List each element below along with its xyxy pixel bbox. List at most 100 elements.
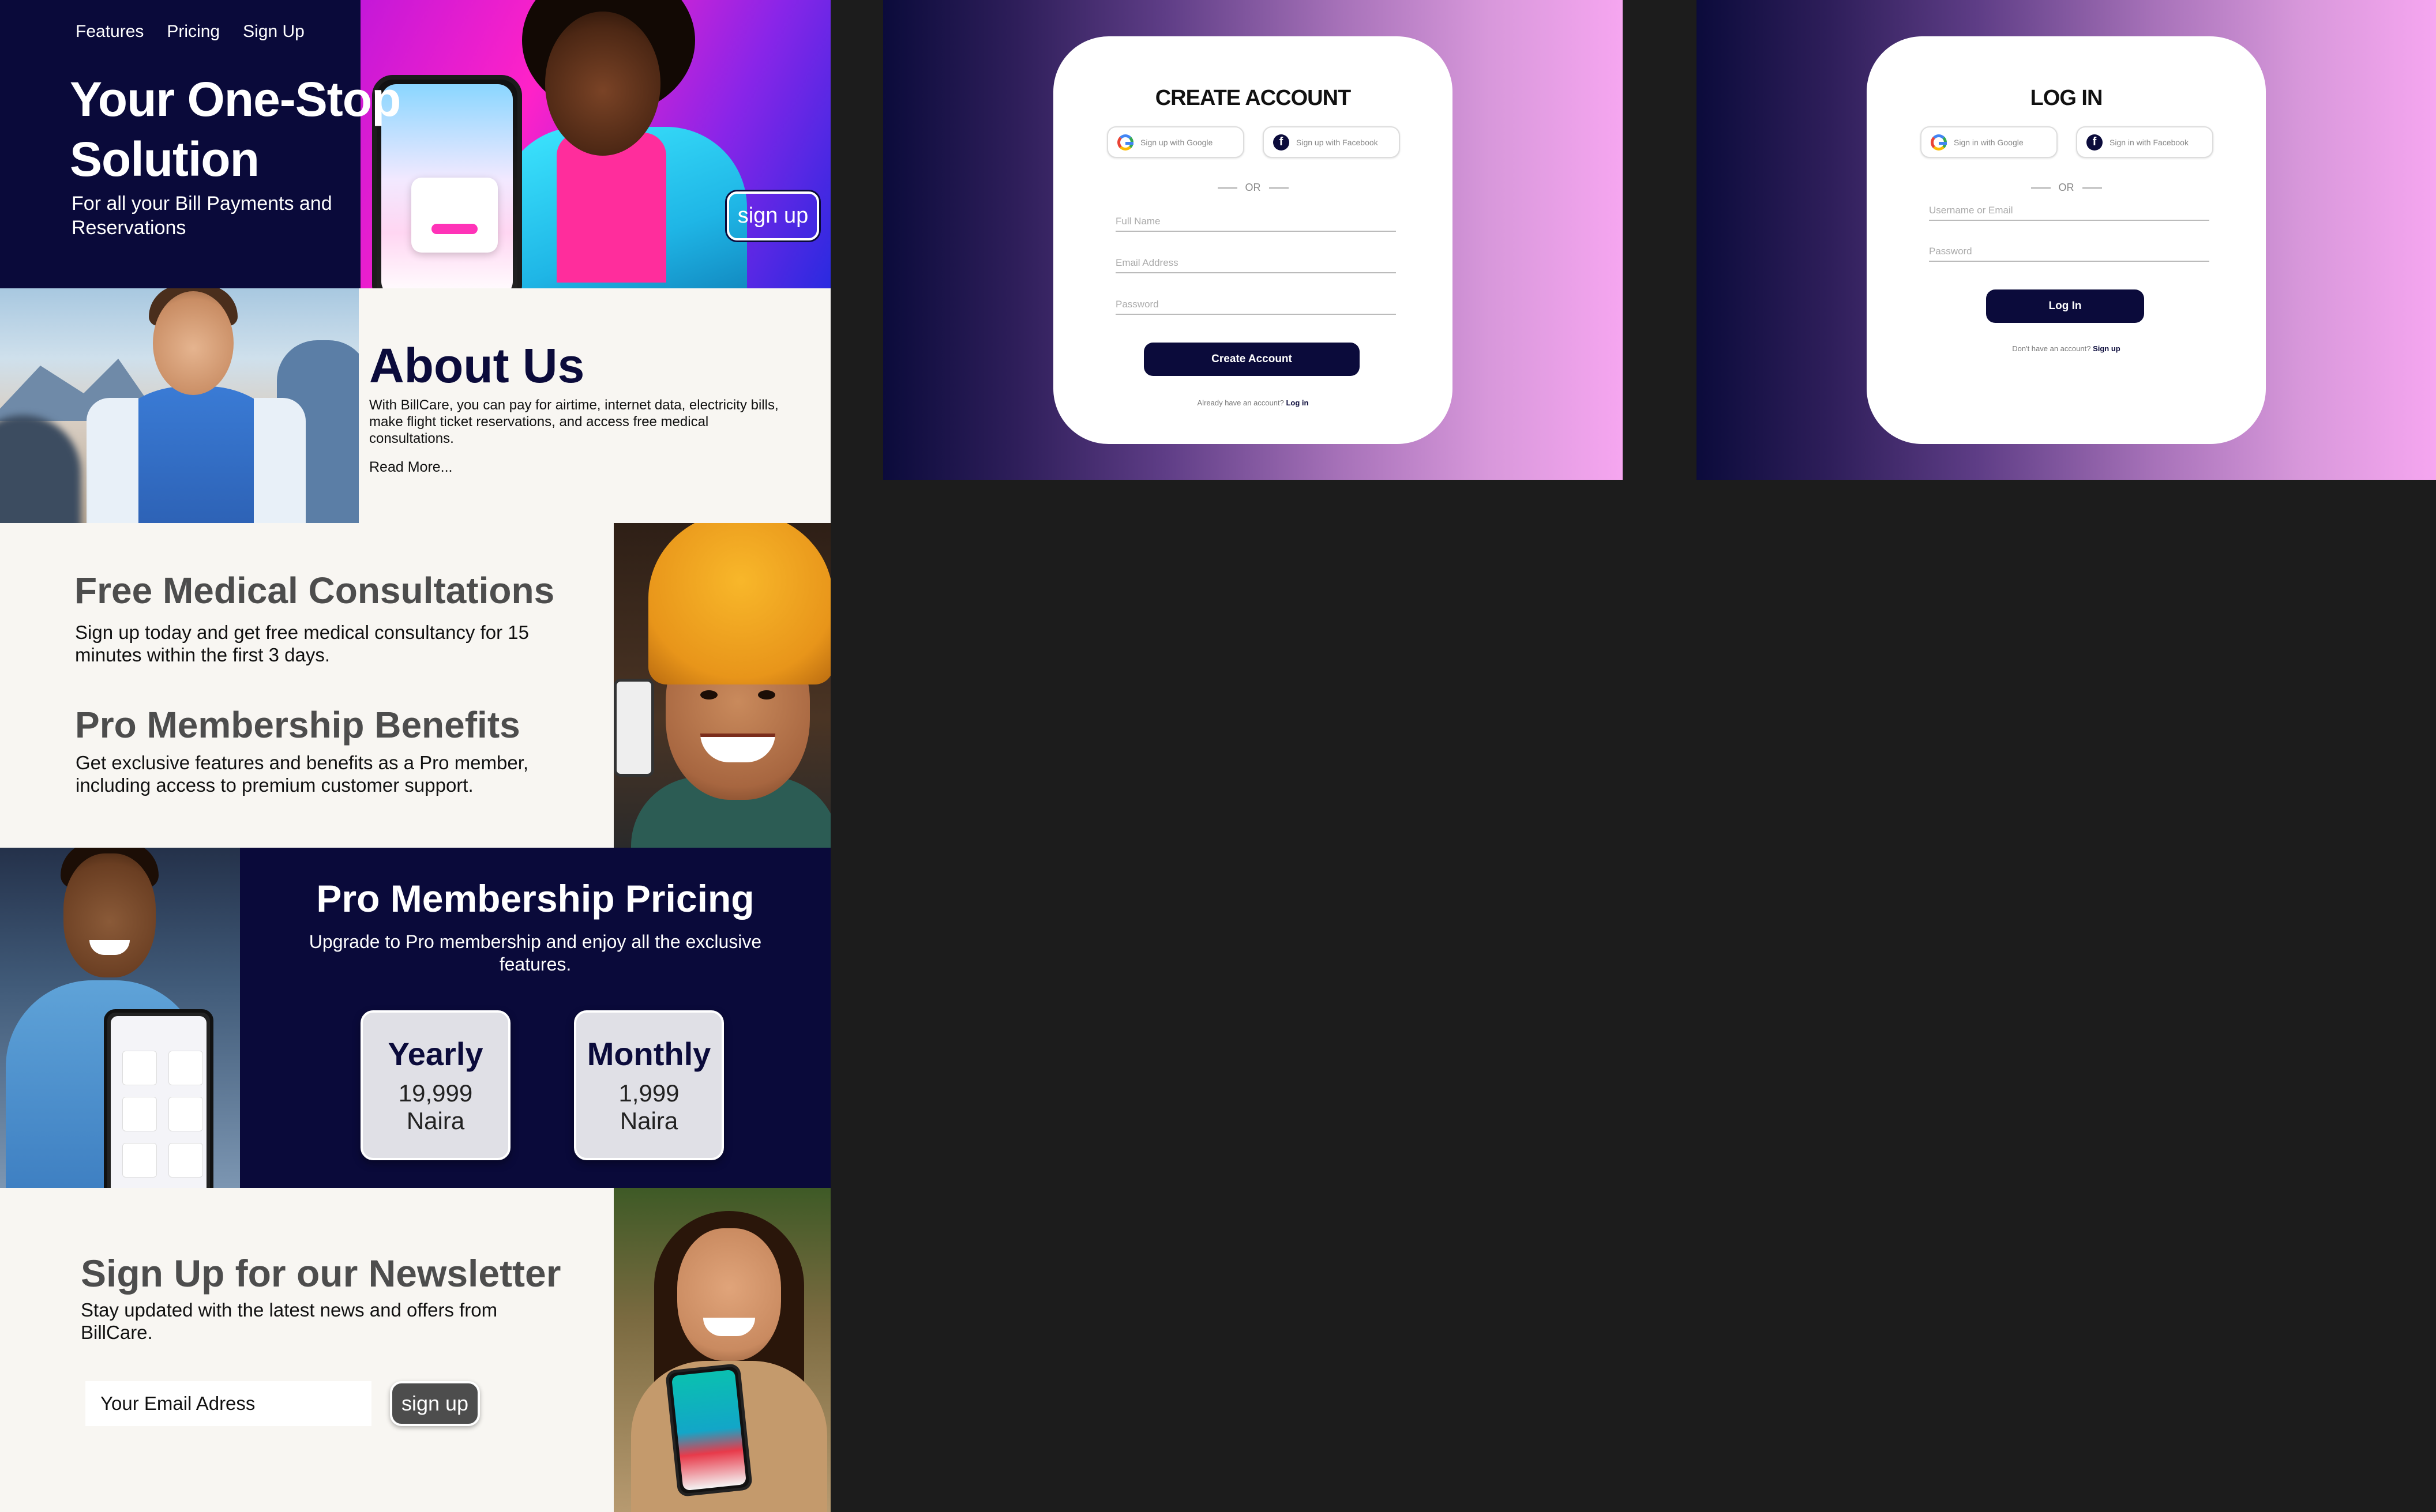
google-sign-up-button[interactable]: Sign up with Google (1107, 126, 1244, 158)
newsletter-section: Sign Up for our Newsletter Stay updated … (0, 1188, 831, 1512)
create-account-screen: CREATE ACCOUNT Sign up with Google f Sig… (883, 0, 1623, 480)
google-sign-in-button[interactable]: Sign in with Google (1920, 126, 2058, 158)
facebook-sign-in-button[interactable]: f Sign in with Facebook (2076, 126, 2213, 158)
log-in-footer: Don't have an account? Sign up (1867, 344, 2266, 353)
hero-woman-head (545, 12, 660, 156)
pricing-image-app-tile (122, 1051, 157, 1085)
feature-text: Get exclusive features and benefits as a… (76, 752, 529, 796)
log-in-screen: LOG IN Sign in with Google f Sign in wit… (1696, 0, 2436, 480)
or-divider: OR (1867, 182, 2266, 194)
pricing-image-phone-screen (111, 1016, 207, 1188)
pricing-image (0, 848, 240, 1188)
pricing-section: Pro Membership Pricing Upgrade to Pro me… (0, 848, 831, 1188)
password-field[interactable] (1929, 242, 2209, 262)
plan-name: Monthly (587, 1036, 711, 1072)
newsletter-image-phone-screen (671, 1369, 747, 1491)
landing-page: Features Pricing Sign Up Your One-Stop S… (0, 0, 831, 1512)
newsletter-image (614, 1188, 831, 1512)
newsletter-sign-up-button[interactable]: sign up (390, 1381, 480, 1426)
about-image (0, 288, 359, 523)
feature-image (614, 523, 831, 848)
log-in-card: LOG IN Sign in with Google f Sign in wit… (1867, 36, 2266, 444)
plan-name: Yearly (388, 1036, 483, 1072)
hero-shirt (557, 133, 666, 283)
google-icon (1117, 134, 1133, 151)
log-in-link[interactable]: Log in (1286, 398, 1308, 407)
facebook-sign-up-button[interactable]: f Sign up with Facebook (1263, 126, 1400, 158)
log-in-title: LOG IN (2030, 86, 2103, 110)
features-section: Free Medical Consultations Sign up today… (0, 523, 831, 848)
or-label: OR (2058, 182, 2074, 193)
feature-title: Pro Membership Benefits (75, 704, 520, 746)
newsletter-image-face (677, 1228, 781, 1361)
create-account-footer: Already have an account? Log in (1053, 398, 1452, 407)
divider-line (2030, 187, 2051, 189)
password-field[interactable] (1116, 295, 1396, 315)
newsletter-title: Sign Up for our Newsletter (81, 1252, 561, 1295)
sign-up-link[interactable]: Sign up (2093, 344, 2120, 353)
hero-section: Features Pricing Sign Up Your One-Stop S… (0, 0, 831, 288)
feature-image-phone (614, 679, 654, 777)
feature-title: Free Medical Consultations (74, 570, 555, 611)
newsletter-text: Stay updated with the latest news and of… (81, 1299, 498, 1343)
about-image-doctor-head (153, 291, 234, 395)
plan-currency: Naira (406, 1107, 465, 1134)
facebook-icon: f (1273, 134, 1289, 151)
footer-text: Don't have an account? (2012, 344, 2091, 353)
top-nav: Features Pricing Sign Up (76, 22, 305, 42)
nav-item-sign-up[interactable]: Sign Up (243, 22, 305, 42)
about-section: About Us With BillCare, you can pay for … (0, 288, 831, 523)
pricing-image-app-tile (168, 1097, 203, 1131)
about-title: About Us (369, 338, 585, 393)
hero-sign-up-button[interactable]: sign up (727, 191, 819, 240)
feature-image-eye (700, 690, 718, 699)
nav-item-pricing[interactable]: Pricing (167, 22, 220, 42)
divider-line (1268, 187, 1289, 189)
plan-card-yearly[interactable]: Yearly 19,999 Naira (361, 1010, 511, 1160)
create-account-card: CREATE ACCOUNT Sign up with Google f Sig… (1053, 36, 1452, 444)
divider-line (2082, 187, 2102, 189)
plan-price: 1,999 (618, 1080, 680, 1107)
newsletter-image-phone (665, 1363, 753, 1498)
username-field[interactable] (1929, 201, 2209, 221)
plan-currency: Naira (620, 1107, 678, 1134)
hero-subtitle: For all your Bill Payments and Reservati… (72, 193, 332, 239)
pricing-image-app-tile (168, 1051, 203, 1085)
footer-text: Already have an account? (1197, 398, 1284, 407)
divider-line (1217, 187, 1237, 189)
plan-price: 19,999 (398, 1080, 473, 1107)
feature-image-hat (648, 523, 831, 684)
facebook-icon: f (2086, 134, 2103, 151)
email-field[interactable] (1116, 254, 1396, 273)
about-image-fg-person (0, 415, 81, 523)
pricing-image-phone (104, 1009, 213, 1188)
nav-item-features[interactable]: Features (76, 22, 144, 42)
about-image-coat-right (254, 398, 306, 523)
pricing-image-head (63, 853, 156, 977)
google-icon (1931, 134, 1947, 151)
about-image-coat-left (87, 398, 138, 523)
or-divider: OR (1053, 182, 1452, 194)
full-name-field[interactable] (1116, 212, 1396, 232)
pricing-image-app-tile (168, 1143, 203, 1178)
or-label: OR (1245, 182, 1261, 193)
plan-card-monthly[interactable]: Monthly 1,999 Naira (574, 1010, 724, 1160)
log-in-button[interactable]: Log In (1986, 289, 2144, 323)
google-sign-in-label: Sign in with Google (1954, 137, 2024, 147)
read-more-link[interactable]: Read More... (369, 459, 453, 476)
hero-title: Your One-Stop Solution (70, 72, 401, 186)
google-sign-up-label: Sign up with Google (1140, 137, 1213, 147)
pricing-image-app-tile (122, 1097, 157, 1131)
pricing-title: Pro Membership Pricing (316, 877, 755, 920)
newsletter-email-input[interactable] (85, 1381, 371, 1426)
pricing-subtitle: Upgrade to Pro membership and enjoy all … (309, 931, 762, 975)
hero-phone-pill (431, 224, 478, 234)
pricing-image-app-tile (122, 1143, 157, 1178)
feature-image-eye (758, 690, 775, 699)
feature-text: Sign up today and get free medical consu… (75, 622, 529, 665)
facebook-sign-in-label: Sign in with Facebook (2110, 137, 2189, 147)
create-account-title: CREATE ACCOUNT (1155, 86, 1352, 110)
create-account-button[interactable]: Create Account (1144, 343, 1360, 376)
about-text: With BillCare, you can pay for airtime, … (369, 397, 779, 446)
facebook-sign-up-label: Sign up with Facebook (1296, 137, 1378, 147)
